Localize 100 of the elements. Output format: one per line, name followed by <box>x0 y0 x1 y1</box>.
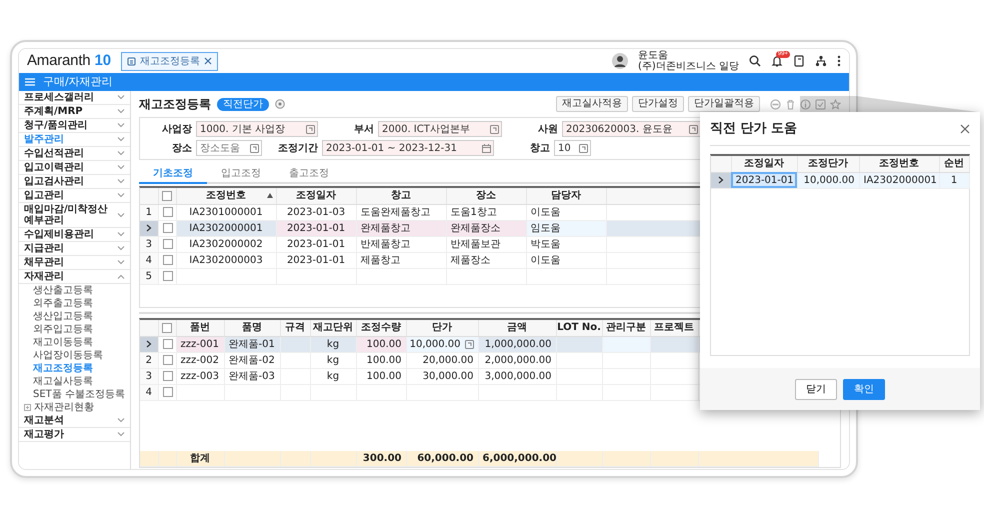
checkbox[interactable] <box>162 386 172 397</box>
sidebar-link[interactable]: 외주출고등록 <box>19 297 130 310</box>
sidebar-item[interactable]: 재고분석 <box>19 414 130 428</box>
tab[interactable]: 기초조정 <box>139 164 207 184</box>
table-cell: 100.00 <box>356 352 406 368</box>
table-cell: 2023-01-03 <box>276 204 356 220</box>
checkbox[interactable] <box>162 238 172 249</box>
sidebar-item[interactable]: 프로세스갤러리 <box>19 91 130 105</box>
field-label: 창고 <box>529 142 550 156</box>
calendar-icon[interactable] <box>482 144 491 152</box>
lookup-icon[interactable] <box>250 144 259 152</box>
sidebar-item[interactable]: 재고평가 <box>19 428 130 442</box>
bell-icon[interactable] <box>771 55 783 67</box>
input-field[interactable]: 20230620003. 윤도윤 <box>562 121 701 137</box>
sidebar-item[interactable]: 채무관리 <box>19 256 130 270</box>
chevron-down-icon <box>117 95 125 100</box>
checkbox[interactable] <box>162 322 172 333</box>
chevron-down-icon <box>117 418 125 423</box>
trash-icon[interactable] <box>785 98 796 110</box>
checkbox[interactable] <box>162 370 172 381</box>
checkbox-icon[interactable] <box>815 98 826 110</box>
total-cell: 합계 <box>176 451 224 466</box>
table-cell: 100.00 <box>356 368 406 384</box>
book-icon[interactable] <box>793 55 805 67</box>
chevron-down-icon <box>117 109 125 114</box>
sidebar-link[interactable]: 재고실사등록 <box>19 375 130 388</box>
menu-icon[interactable] <box>25 78 35 86</box>
column-header[interactable]: 조정단가 <box>797 156 859 172</box>
sidebar-link[interactable]: 외주입고등록 <box>19 323 130 336</box>
chevron-down-icon <box>117 260 125 265</box>
field-label: 부서 <box>353 122 374 136</box>
sidebar-item[interactable]: 수입제비용관리 <box>19 228 130 242</box>
chevron-down-icon <box>117 246 125 251</box>
action-button[interactable]: 단가일괄적용 <box>688 96 760 112</box>
sidebar-link[interactable]: 생산입고등록 <box>19 310 130 323</box>
table-cell: IA2302000001 <box>176 220 276 236</box>
sidebar-item[interactable]: 입고이력관리 <box>19 161 130 175</box>
sidebar-link[interactable]: 자재관리현황 <box>19 401 130 414</box>
dialog-button[interactable]: 확인 <box>843 378 885 400</box>
lookup-icon[interactable] <box>464 340 474 348</box>
table-cell: 임도움 <box>526 220 606 236</box>
sidebar-item[interactable]: 주계획/MRP <box>19 105 130 119</box>
sidebar-item[interactable]: 수입선적관리 <box>19 147 130 161</box>
input-field[interactable]: 2000. ICT사업본부 <box>378 121 502 137</box>
table-cell: IA2302000001 <box>859 172 939 188</box>
sidebar-item[interactable]: 입고관리 <box>19 189 130 203</box>
sidebar-item[interactable]: 지급관리 <box>19 242 130 256</box>
sidebar-link[interactable]: 재고이동등록 <box>19 336 130 349</box>
checkbox[interactable] <box>162 254 172 265</box>
lookup-icon[interactable] <box>579 144 588 152</box>
row-number: 1 <box>146 206 152 218</box>
row-number: 3 <box>146 238 152 250</box>
sidebar-item[interactable]: 매입마감/미착정산예부관리 <box>19 203 130 228</box>
input-field[interactable]: 10 <box>554 140 591 156</box>
sidebar-item[interactable]: 자재관리 <box>19 270 130 284</box>
minus-circle-icon[interactable] <box>770 98 781 110</box>
search-icon[interactable] <box>749 55 761 67</box>
module-title: 구매/자재관리 <box>43 74 113 90</box>
lookup-icon[interactable] <box>689 124 698 134</box>
table-cell: zzz-003 <box>176 368 224 384</box>
checkbox[interactable] <box>162 190 172 201</box>
action-button[interactable]: 단가설정 <box>632 96 684 112</box>
star-icon[interactable] <box>830 98 841 110</box>
table-cell: 제품장소 <box>446 252 526 268</box>
row-number: 2 <box>146 354 152 366</box>
sidebar-item[interactable]: 청구/품의관리 <box>19 119 130 133</box>
open-tab[interactable]: 재고조정등록 <box>121 52 218 70</box>
checkbox[interactable] <box>162 270 172 281</box>
checkbox[interactable] <box>162 338 172 349</box>
close-icon[interactable] <box>204 57 212 65</box>
tab[interactable]: 입고조정 <box>207 164 275 184</box>
close-icon[interactable] <box>960 124 970 134</box>
checkbox[interactable] <box>162 354 172 365</box>
lookup-icon[interactable] <box>306 124 315 134</box>
checkbox[interactable] <box>162 222 172 233</box>
action-button[interactable]: 재고실사적용 <box>556 96 628 112</box>
sidebar-link[interactable]: SET품 수불조정등록 <box>19 388 130 401</box>
row-number: 4 <box>146 386 152 398</box>
sidebar-link[interactable]: 사업장이동등록 <box>19 349 130 362</box>
hierarchy-icon[interactable] <box>815 55 827 67</box>
column-header[interactable]: 조정번호 <box>859 156 939 172</box>
sidebar-link[interactable]: 재고조정등록 <box>19 362 130 375</box>
dialog-button[interactable]: 닫기 <box>795 378 837 400</box>
table-cell: 30,000.00 <box>406 368 478 384</box>
sort-ascending-icon[interactable] <box>266 193 272 198</box>
sidebar-item[interactable]: 입고검사관리 <box>19 175 130 189</box>
input-field[interactable]: 2023-01-01 ~ 2023-12-31 <box>322 140 494 156</box>
column-header[interactable]: LOT No. <box>557 320 601 336</box>
sidebar-link[interactable]: 생산출고등록 <box>19 284 130 297</box>
tab[interactable]: 출고조정 <box>275 164 343 184</box>
checkbox[interactable] <box>162 206 172 217</box>
table-cell: IA2301000001 <box>176 204 276 220</box>
more-icon[interactable] <box>837 55 841 67</box>
sidebar-item[interactable]: 발주관리 <box>19 133 130 147</box>
lookup-icon[interactable] <box>490 124 499 134</box>
input-field[interactable]: 장소도움 <box>196 140 262 156</box>
column-header[interactable]: 순번 <box>939 156 969 172</box>
column-header[interactable]: 조정일자 <box>731 156 797 172</box>
input-field[interactable]: 1000. 기본 사업장 <box>196 121 318 137</box>
table-cell: 완제품-03 <box>224 368 280 384</box>
